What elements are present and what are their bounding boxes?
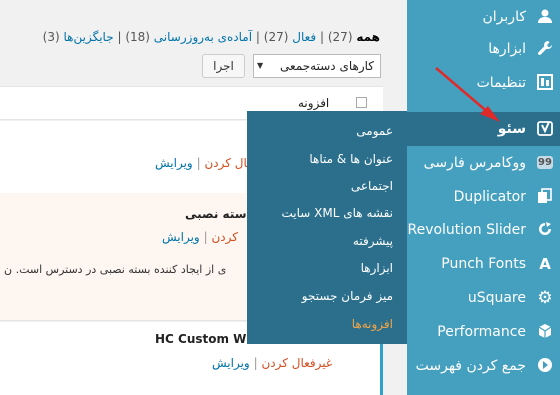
- plugin-description: ی از ایجاد کننده بسته نصبی در دسترس است.…: [4, 263, 227, 276]
- separator: |: [117, 30, 122, 44]
- filter-all-count: (27): [327, 30, 353, 44]
- sidebar-item-label: کاربران: [482, 9, 526, 25]
- sidebar-item-label: Revolution Slider: [407, 222, 526, 238]
- slider-icon: [536, 221, 554, 239]
- duplicator-icon: [536, 188, 554, 206]
- admin-sidebar: کاربران ابزارها تنظیمات سئو 99 ووکامرس ف…: [398, 0, 560, 395]
- submenu-item-titles-metas[interactable]: عنوان ها & متاها: [309, 152, 393, 166]
- deactivate-link[interactable]: غیرفعال کردن: [261, 356, 332, 370]
- sidebar-item-tools[interactable]: ابزارها: [407, 32, 560, 66]
- sidebar-item-revolution-slider[interactable]: Revolution Slider: [407, 213, 560, 247]
- filter-active-count: (27): [263, 30, 289, 44]
- filter-active[interactable]: فعال: [292, 30, 316, 44]
- sidebar-item-label: جمع کردن فهرست: [415, 358, 526, 374]
- plugin-status-filters: همه (27) | فعال (27) | آماده‌ی به‌روزرسا…: [43, 30, 380, 44]
- sidebar-item-duplicator[interactable]: Duplicator: [407, 180, 560, 214]
- sidebar-item-usquare[interactable]: ⚙ uSquare: [407, 281, 560, 315]
- separator: |: [203, 230, 208, 244]
- edit-link[interactable]: ویرایش: [162, 230, 200, 244]
- performance-icon: [536, 323, 554, 341]
- bulk-actions-select[interactable]: کارهای دسته‌جمعی ▼: [253, 54, 381, 78]
- bulk-actions-selected: کارهای دسته‌جمعی: [280, 59, 374, 73]
- filter-all[interactable]: همه: [356, 30, 380, 44]
- submenu-item-search-console[interactable]: میز فرمان جستجو: [302, 289, 393, 303]
- submenu-item-general[interactable]: عمومی: [356, 124, 393, 138]
- sidebar-item-woocommerce-farsi[interactable]: 99 ووکامرس فارسی: [407, 146, 560, 180]
- edit-link[interactable]: ویرایش: [212, 356, 250, 370]
- settings-icon: [536, 74, 554, 92]
- submenu-item-tools[interactable]: ابزارها: [361, 261, 393, 275]
- sidebar-item-label: uSquare: [467, 290, 526, 306]
- sidebar-collapse-menu[interactable]: جمع کردن فهرست: [407, 349, 560, 383]
- separator: |: [319, 30, 325, 44]
- sidebar-item-users[interactable]: کاربران: [407, 0, 560, 34]
- seo-submenu-flyout: عمومی عنوان ها & متاها اجتماعی نقشه های …: [247, 111, 407, 344]
- woocommerce-icon: 99: [537, 156, 553, 169]
- sidebar-item-punch-fonts[interactable]: A Punch Fonts: [407, 247, 560, 281]
- deactivate-link[interactable]: کردن: [211, 230, 238, 244]
- filter-dropins[interactable]: جایگزین‌ها: [63, 30, 113, 44]
- font-icon: A: [539, 255, 551, 273]
- select-all-checkbox[interactable]: [356, 97, 367, 108]
- yoast-icon: [536, 120, 554, 138]
- edit-link[interactable]: ویرایش: [155, 156, 193, 170]
- plugin-title: سته نصبی: [185, 207, 247, 221]
- row-actions: عال کردن | ویرایش: [155, 156, 254, 170]
- submenu-item-advanced[interactable]: پیشرفته: [353, 234, 393, 248]
- column-plugin-label: افزونه: [298, 96, 330, 110]
- sidebar-item-label: Punch Fonts: [441, 256, 526, 272]
- apply-button[interactable]: اجرا: [202, 54, 245, 78]
- submenu-item-social[interactable]: اجتماعی: [351, 179, 393, 193]
- dropdown-arrow-icon: ▼: [257, 61, 264, 70]
- wrench-icon: [536, 40, 554, 58]
- row-actions: غیرفعال کردن | ویرایش: [212, 356, 332, 370]
- collapse-icon: [536, 357, 554, 375]
- annotation-arrow-icon: [435, 67, 500, 122]
- sidebar-item-performance[interactable]: Performance: [407, 315, 560, 349]
- gear-icon: ⚙: [537, 288, 553, 308]
- sidebar-item-label: Duplicator: [453, 189, 526, 205]
- filter-update-count: (18): [125, 30, 150, 44]
- separator: |: [196, 156, 201, 170]
- separator: |: [253, 356, 258, 370]
- sidebar-item-label: ابزارها: [488, 41, 526, 57]
- submenu-item-extensions[interactable]: افزونه‌ها: [352, 317, 393, 331]
- sidebar-item-label: Performance: [437, 324, 526, 340]
- separator: |: [255, 30, 260, 44]
- submenu-item-xml-sitemaps[interactable]: نقشه های XML سایت: [282, 206, 393, 220]
- filter-update-available[interactable]: آماده‌ی به‌روزرسانی: [154, 30, 252, 44]
- users-icon: [536, 8, 554, 26]
- row-actions: کردن | ویرایش: [162, 230, 238, 244]
- filter-dropins-count: (3): [42, 30, 60, 44]
- plugin-title: HC Custom W: [155, 332, 247, 346]
- sidebar-item-label: ووکامرس فارسی: [423, 155, 526, 171]
